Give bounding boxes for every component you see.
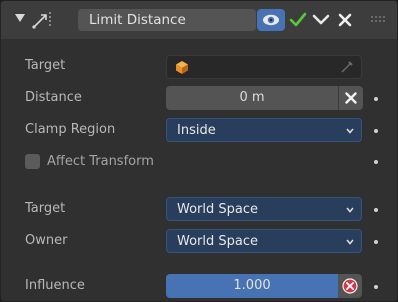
- owner-space-value: World Space: [177, 234, 259, 249]
- eye-icon: [263, 14, 279, 26]
- constraint-name-field[interactable]: Limit Distance: [78, 9, 256, 31]
- clamp-region-value: Inside: [177, 123, 216, 138]
- distance-reset-button[interactable]: [338, 86, 363, 110]
- chevron-down-icon: [346, 128, 354, 134]
- clamp-region-select[interactable]: Inside: [166, 118, 362, 142]
- affect-transform-label: Affect Transform: [47, 154, 154, 169]
- animate-property-dot[interactable]: [374, 240, 378, 244]
- chevron-down-icon: [346, 239, 354, 245]
- influence-slider[interactable]: 1.000: [166, 274, 338, 298]
- influence-label: Influence: [25, 278, 85, 293]
- object-cube-icon: [176, 61, 188, 74]
- animate-property-dot[interactable]: [374, 97, 378, 101]
- grip-icon[interactable]: [371, 16, 387, 24]
- target-label: Target: [25, 58, 66, 73]
- disable-keep-temp-button[interactable]: [338, 274, 362, 298]
- close-icon: [345, 92, 357, 104]
- checkmark-icon[interactable]: [289, 11, 307, 29]
- circle-x-icon: [342, 278, 358, 294]
- animate-property-dot[interactable]: [374, 208, 378, 212]
- animate-property-dot[interactable]: [374, 285, 378, 289]
- clamp-region-label: Clamp Region: [25, 122, 116, 137]
- constraint-header: Limit Distance: [1, 1, 397, 39]
- eyedropper-icon[interactable]: [341, 61, 353, 73]
- distance-field[interactable]: 0 m: [166, 86, 338, 110]
- chevron-down-icon: [346, 207, 354, 213]
- limit-distance-constraint-icon: [32, 12, 51, 29]
- triangle-down-icon[interactable]: [15, 14, 25, 22]
- visibility-toggle-button[interactable]: [257, 9, 285, 31]
- target-object-field[interactable]: [166, 55, 362, 79]
- animate-property-dot[interactable]: [374, 129, 378, 133]
- chevron-down-icon[interactable]: [312, 13, 330, 27]
- owner-space-label: Owner: [25, 233, 68, 248]
- affect-transform-checkbox[interactable]: [25, 154, 40, 169]
- target-space-select[interactable]: World Space: [166, 197, 362, 221]
- owner-space-select[interactable]: World Space: [166, 229, 362, 253]
- constraint-panel: Limit Distance Target Distance 0 m Clamp…: [0, 0, 398, 302]
- close-icon[interactable]: [338, 13, 352, 27]
- animate-property-dot[interactable]: [374, 160, 378, 164]
- distance-label: Distance: [25, 90, 82, 105]
- target-space-label: Target: [25, 201, 66, 216]
- target-space-value: World Space: [177, 202, 259, 217]
